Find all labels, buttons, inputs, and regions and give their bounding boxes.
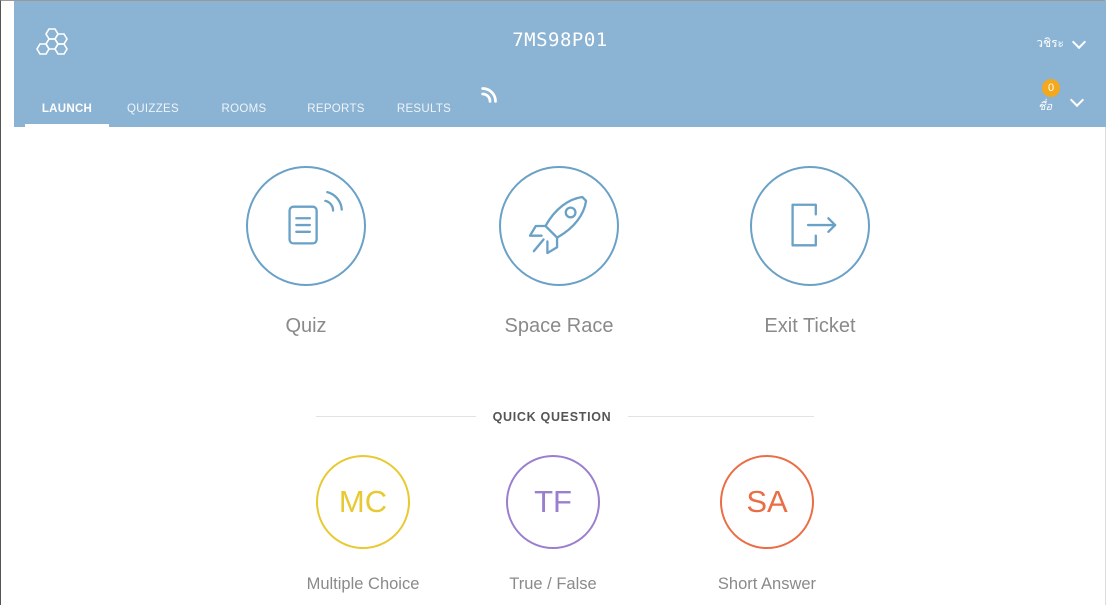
main-tabs: LAUNCH QUIZZES ROOMS REPORTS RESULTS [14, 97, 454, 127]
sa-label: Short Answer [717, 575, 817, 593]
launch-exit-ticket[interactable]: Exit Ticket [740, 166, 880, 338]
quiz-label: Quiz [285, 315, 327, 337]
chevron-down-icon [1071, 34, 1087, 49]
space-race-circle [499, 166, 619, 286]
launch-space-race[interactable]: Space Race [469, 166, 649, 338]
notifications-label: ชื่อ [1038, 101, 1053, 113]
launch-quiz[interactable]: Quiz [246, 166, 366, 338]
tab-results[interactable]: RESULTS [394, 97, 454, 127]
mc-label: Multiple Choice [306, 575, 420, 593]
mc-circle: MC [316, 455, 410, 549]
quick-question-true-false[interactable]: TF True / False [488, 455, 618, 594]
tab-reports[interactable]: REPORTS [301, 97, 371, 127]
tab-quizzes[interactable]: QUIZZES [121, 97, 185, 127]
tf-label: True / False [509, 575, 597, 593]
tab-launch[interactable]: LAUNCH [25, 97, 109, 127]
tab-rooms[interactable]: ROOMS [215, 97, 273, 127]
quick-question-multiple-choice[interactable]: MC Multiple Choice [288, 455, 438, 594]
user-name: วชิระ [1036, 36, 1064, 50]
rocket-icon [528, 195, 588, 255]
notification-count-badge: 0 [1042, 79, 1060, 97]
exit-icon [791, 203, 837, 247]
exit-ticket-circle [750, 166, 870, 286]
live-signal-icon [481, 87, 497, 103]
quick-question-title: QUICK QUESTION [492, 410, 612, 424]
tf-circle: TF [506, 455, 600, 549]
space-race-label: Space Race [504, 315, 614, 337]
quiz-icon [288, 191, 343, 245]
room-code: 7MS98P01 [512, 29, 608, 51]
sa-circle: SA [720, 455, 814, 549]
top-navigation-bar: 7MS98P01 วชิระ LAUNCH QUIZZES ROOMS REPO… [14, 1, 1106, 127]
notifications-menu[interactable]: 0 ชื่อ [1038, 79, 1085, 119]
quick-question-short-answer[interactable]: SA Short Answer [692, 455, 842, 594]
user-menu[interactable]: วชิระ [1036, 34, 1087, 53]
chevron-down-icon [1069, 92, 1085, 108]
quiz-circle [246, 166, 366, 286]
divider-right [628, 416, 814, 417]
exit-ticket-label: Exit Ticket [764, 315, 856, 337]
divider-left [316, 416, 476, 417]
